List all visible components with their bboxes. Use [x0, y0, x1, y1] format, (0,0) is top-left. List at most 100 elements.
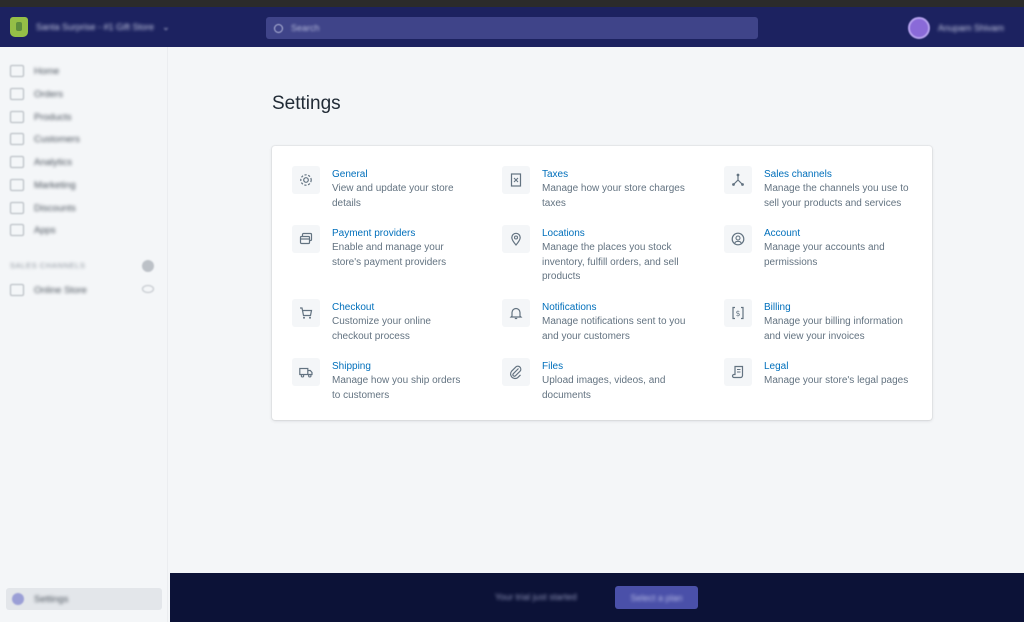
settings-tile-legal[interactable]: Legal Manage your store's legal pages: [724, 358, 908, 389]
user-menu[interactable]: Anupam Shivam: [908, 15, 1004, 41]
sidebar: Home Orders Products Customers Analytics…: [0, 47, 168, 622]
sidebar-item-apps[interactable]: Apps: [8, 220, 56, 240]
home-icon: [10, 65, 24, 77]
customers-icon: [10, 133, 24, 145]
avatar: [908, 17, 930, 39]
sidebar-item-label: Products: [34, 111, 72, 123]
marketing-icon: [10, 179, 24, 191]
tile-description: permissions: [764, 256, 818, 268]
store-switcher[interactable]: Santa Surprise - #1 Gift Store ⌄: [10, 15, 170, 39]
tile-title: Sales channels: [764, 169, 832, 180]
analytics-icon: [10, 156, 24, 168]
tile-description: Manage how you ship orders: [332, 375, 461, 386]
chevron-down-icon: ⌄: [162, 21, 170, 32]
settings-tile-account[interactable]: Account Manage your accounts and permissio…: [724, 225, 885, 270]
tile-description: Manage the places you stock: [542, 242, 672, 253]
tile-description: and view your invoices: [764, 330, 865, 342]
tile-description: Manage your store's legal pages: [764, 375, 909, 386]
sidebar-item-label: Settings: [34, 593, 69, 605]
settings-tile-shipping[interactable]: Shipping Manage how you ship orders to cus…: [292, 358, 460, 403]
select-plan-label: Select a plan: [630, 592, 683, 603]
sidebar-item-marketing[interactable]: Marketing: [8, 175, 76, 195]
user-name: Anupam Shivam: [938, 23, 1005, 33]
settings-tile-locations[interactable]: Locations Manage the places you stock inve…: [502, 225, 679, 285]
select-plan-button[interactable]: Select a plan: [615, 586, 698, 609]
settings-tile-notifications[interactable]: Notifications Manage notifications sent t…: [502, 299, 685, 344]
settings-tile-payment-providers[interactable]: Payment providers Enable and manage your s…: [292, 225, 446, 270]
tile-title: Checkout: [332, 302, 375, 313]
tile-title: Payment providers: [332, 228, 416, 239]
sidebar-item-label: Analytics: [34, 156, 73, 168]
tile-description: documents: [542, 389, 591, 401]
gear-icon: [292, 166, 320, 194]
settings-icon: [12, 593, 24, 605]
sidebar-item-label: Customers: [34, 133, 80, 145]
receipt-icon: [502, 166, 530, 194]
sidebar-item-label: Orders: [34, 88, 64, 100]
legal-scroll-icon: [724, 358, 752, 386]
apps-icon: [10, 224, 24, 236]
settings-tile-sales-channels[interactable]: Sales channels Manage the channels you us…: [724, 166, 909, 211]
tile-description: checkout process: [332, 330, 410, 342]
tile-description: View and update your store: [332, 183, 454, 194]
tile-description: Manage notifications sent to you: [542, 316, 686, 327]
settings-tile-checkout[interactable]: Checkout Customize your online checkout pr…: [292, 299, 431, 344]
tile-title: Billing: [764, 302, 791, 313]
tile-description: to customers: [332, 389, 390, 401]
sidebar-item-products[interactable]: Products: [8, 107, 72, 127]
settings-tile-billing[interactable]: $ Billing Manage your billing information…: [724, 299, 903, 344]
tile-title: General: [332, 169, 368, 180]
tile-description: details: [332, 197, 361, 209]
tile-description: Manage your accounts and: [764, 242, 885, 253]
payment-icon: [292, 225, 320, 253]
store-name: Santa Surprise - #1 Gift Store: [36, 22, 155, 32]
tile-title: Files: [542, 361, 564, 372]
location-pin-icon: [502, 225, 530, 253]
settings-tile-files[interactable]: Files Upload images, videos, and documents: [502, 358, 665, 403]
sidebar-item-discounts[interactable]: Discounts: [8, 198, 76, 218]
sidebar-item-label: Online Store: [34, 284, 87, 296]
sidebar-item-label: Marketing: [34, 179, 76, 191]
svg-text:$: $: [736, 309, 741, 318]
tile-title: Account: [764, 228, 801, 239]
orders-icon: [10, 88, 24, 100]
tile-description: sell your products and services: [764, 197, 902, 209]
store-icon: [10, 284, 24, 296]
eye-icon[interactable]: [142, 285, 154, 293]
paperclip-icon: [502, 358, 530, 386]
tile-description: Upload images, videos, and: [542, 375, 666, 386]
trial-banner: Your trial just started Select a plan: [170, 573, 1024, 622]
truck-icon: [292, 358, 320, 386]
tile-description: products: [542, 271, 581, 282]
tile-description: Manage how your store charges: [542, 183, 685, 194]
search-input[interactable]: [291, 23, 711, 33]
bell-icon: [502, 299, 530, 327]
search-icon: [274, 23, 283, 33]
sidebar-item-analytics[interactable]: Analytics: [8, 152, 72, 172]
tile-title: Taxes: [542, 169, 569, 180]
sidebar-item-online-store[interactable]: Online Store: [8, 280, 87, 300]
sidebar-item-customers[interactable]: Customers: [8, 129, 80, 149]
settings-tile-taxes[interactable]: Taxes Manage how your store charges taxes: [502, 166, 685, 211]
cart-icon: [292, 299, 320, 327]
tile-title: Legal: [764, 361, 789, 372]
tile-title: Notifications: [542, 302, 597, 313]
tile-title: Locations: [542, 228, 585, 239]
sidebar-item-label: Home: [34, 65, 60, 77]
tile-description: inventory, fulfill orders, and sell: [542, 256, 679, 268]
tile-description: Enable and manage your: [332, 242, 444, 253]
add-channel-icon[interactable]: [142, 260, 154, 272]
top-bar: Santa Surprise - #1 Gift Store ⌄ Anupam …: [0, 7, 1024, 47]
tile-description: Customize your online: [332, 316, 431, 327]
settings-tile-general[interactable]: General View and update your store details: [292, 166, 454, 211]
billing-icon: $: [724, 299, 752, 327]
channels-icon: [724, 166, 752, 194]
sidebar-item-orders[interactable]: Orders: [8, 84, 63, 104]
search-bar[interactable]: [266, 17, 758, 39]
sidebar-item-settings[interactable]: Settings: [6, 588, 162, 610]
tile-description: Manage the channels you use to: [764, 183, 909, 194]
tile-description: store's payment providers: [332, 256, 447, 268]
tile-description: taxes: [542, 197, 566, 209]
sidebar-item-home[interactable]: Home: [8, 61, 59, 81]
window-top-strip: [0, 0, 1024, 7]
